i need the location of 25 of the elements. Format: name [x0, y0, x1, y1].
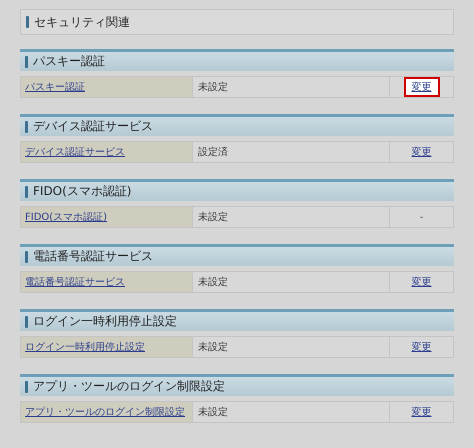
status-text: 未設定: [198, 340, 228, 354]
section-title: ログイン一時利用停止設定: [33, 313, 177, 330]
setting-link[interactable]: FIDO(スマホ認証): [25, 210, 108, 224]
status-text: 未設定: [198, 406, 228, 419]
status-text: 未設定: [198, 210, 228, 224]
status-text: 未設定: [198, 276, 228, 289]
empty-dash: -: [420, 212, 424, 222]
setting-link[interactable]: デバイス認証サービス: [25, 145, 125, 159]
setting-link[interactable]: 電話番号認証サービス: [25, 275, 125, 289]
change-link[interactable]: 変更: [404, 77, 440, 97]
setting-link[interactable]: パスキー認証: [25, 80, 85, 94]
change-link[interactable]: 変更: [404, 142, 440, 162]
section-title: FIDO(スマホ認証): [33, 183, 132, 200]
section-title: 電話番号認証サービス: [33, 248, 153, 265]
status-text: 設定済: [198, 146, 228, 159]
section-title: アプリ・ツールのログイン制限設定: [33, 378, 225, 395]
status-text: 未設定: [198, 80, 228, 94]
change-link[interactable]: 変更: [404, 272, 440, 292]
change-link[interactable]: 変更: [404, 402, 440, 422]
page-title: セキュリティ関連: [34, 14, 130, 30]
setting-link[interactable]: アプリ・ツールのログイン制限設定: [25, 405, 185, 419]
change-link[interactable]: 変更: [404, 337, 440, 357]
section-title: デバイス認証サービス: [33, 118, 153, 135]
section-title: パスキー認証: [33, 53, 105, 70]
setting-link[interactable]: ログイン一時利用停止設定: [25, 340, 145, 354]
